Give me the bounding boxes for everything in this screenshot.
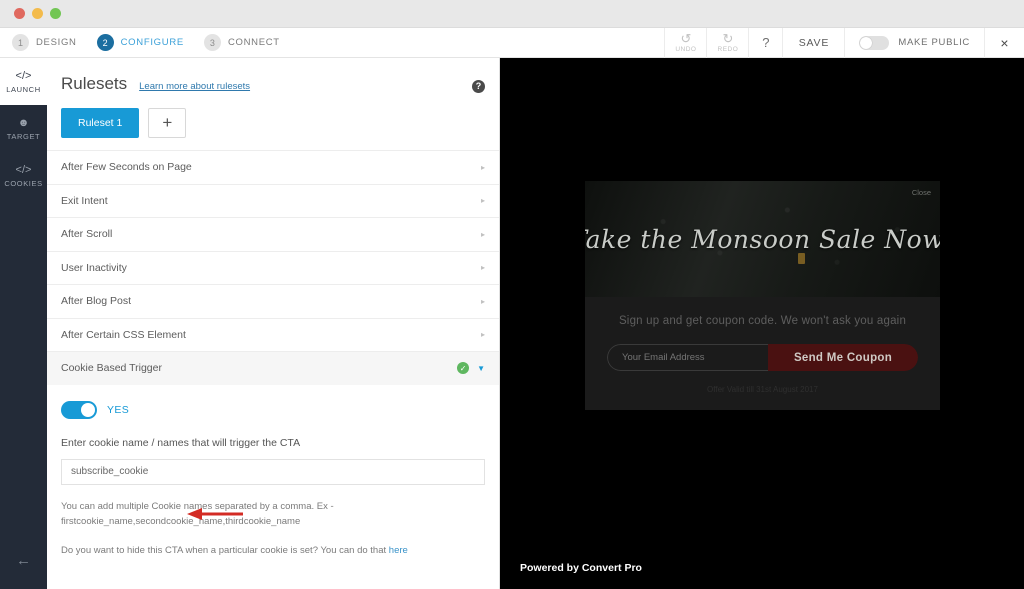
- cookie-enable-row: YES: [61, 401, 485, 419]
- cookie-code-icon: </>: [16, 164, 32, 176]
- cookie-name-input[interactable]: [61, 459, 485, 485]
- make-public-label: MAKE PUBLIC: [898, 37, 970, 48]
- trigger-after-blog-post[interactable]: After Blog Post ▸: [47, 284, 499, 318]
- sidebar-item-target-label: TARGET: [7, 132, 40, 141]
- hint-line-2: firstcookie_name,secondcookie_name,third…: [61, 516, 300, 527]
- ruleset-tabs: Ruleset 1 +: [47, 94, 499, 150]
- undo-label: UNDO: [675, 46, 696, 53]
- price-tag-icon: [798, 253, 805, 264]
- undo-icon: ↺: [680, 33, 691, 45]
- switch-knob: [860, 37, 872, 49]
- trigger-cookie-based[interactable]: Cookie Based Trigger ✓ ▼: [47, 351, 499, 385]
- step-configure[interactable]: 2 CONFIGURE: [97, 34, 184, 51]
- preview-stage: Take the Monsoon Sale Now! Close Sign up…: [500, 58, 1024, 589]
- app-root: 1 DESIGN 2 CONFIGURE 3 CONNECT ↺ UNDO ↻ …: [0, 0, 1024, 589]
- make-public-switch[interactable]: [859, 36, 889, 50]
- panel-help-icon[interactable]: ?: [472, 80, 485, 93]
- chevron-down-icon: ▼: [477, 364, 485, 373]
- user-icon: ☻: [18, 117, 30, 129]
- redo-button[interactable]: ↻ REDO: [706, 28, 748, 58]
- cookie-enable-label: YES: [107, 404, 129, 416]
- trigger-label: After Few Seconds on Page: [61, 161, 192, 173]
- panel-header: Rulesets Learn more about rulesets ?: [47, 58, 499, 94]
- step-connect[interactable]: 3 CONNECT: [204, 34, 280, 51]
- undo-button[interactable]: ↺ UNDO: [664, 28, 706, 58]
- modal-form-headline: Sign up and get coupon code. We won't as…: [607, 315, 918, 327]
- sidebar-item-launch-label: LAUNCH: [6, 85, 40, 94]
- sidebar-item-cookies[interactable]: </> COOKIES: [0, 152, 47, 199]
- trigger-after-css-element[interactable]: After Certain CSS Element ▸: [47, 318, 499, 352]
- trigger-after-scroll[interactable]: After Scroll ▸: [47, 217, 499, 251]
- wizard-steps: 1 DESIGN 2 CONFIGURE 3 CONNECT: [0, 34, 300, 51]
- cookie-hide-hint: Do you want to hide this CTA when a part…: [61, 543, 485, 558]
- step-configure-number: 2: [97, 34, 114, 51]
- send-coupon-button[interactable]: Send Me Coupon: [768, 344, 918, 371]
- trigger-label: Exit Intent: [61, 195, 108, 207]
- step-connect-number: 3: [204, 34, 221, 51]
- redo-label: REDO: [718, 46, 739, 53]
- modal-hero: Take the Monsoon Sale Now! Close: [585, 181, 940, 297]
- sidebar-rail: </> LAUNCH ☻ TARGET </> COOKIES ←: [0, 58, 47, 589]
- modal-close-label[interactable]: Close: [912, 188, 931, 197]
- step-design-number: 1: [12, 34, 29, 51]
- window-close-dot[interactable]: [14, 8, 25, 19]
- chevron-right-icon: ▸: [481, 297, 485, 306]
- hide-cta-here-link[interactable]: here: [389, 545, 408, 556]
- chevron-right-icon: ▸: [481, 230, 485, 239]
- powered-by-label: Powered by Convert Pro: [520, 562, 642, 574]
- modal-fine-print: Offer Valid till 31st August 2017: [607, 385, 918, 394]
- chevron-right-icon: ▸: [481, 330, 485, 339]
- close-editor-button[interactable]: ×: [984, 28, 1024, 58]
- step-design[interactable]: 1 DESIGN: [12, 34, 77, 51]
- trigger-label: After Certain CSS Element: [61, 329, 186, 341]
- email-field[interactable]: [607, 344, 768, 371]
- modal-form-row: Send Me Coupon: [607, 344, 918, 371]
- add-ruleset-button[interactable]: +: [148, 108, 186, 138]
- step-connect-label: CONNECT: [228, 37, 280, 48]
- redo-icon: ↻: [722, 33, 733, 45]
- hint-line-3: Do you want to hide this CTA when a part…: [61, 545, 386, 556]
- trigger-label: Cookie Based Trigger: [61, 362, 162, 374]
- page-title: Rulesets: [61, 74, 127, 94]
- tab-ruleset-1[interactable]: Ruleset 1: [61, 108, 139, 138]
- make-public-toggle[interactable]: MAKE PUBLIC: [844, 28, 984, 58]
- cookie-hint-text: You can add multiple Cookie names separa…: [61, 499, 485, 529]
- trigger-label: After Blog Post: [61, 295, 131, 307]
- trigger-label: After Scroll: [61, 228, 112, 240]
- help-button[interactable]: ?: [748, 28, 782, 58]
- cta-modal-preview[interactable]: Take the Monsoon Sale Now! Close Sign up…: [585, 181, 940, 410]
- cookie-enable-toggle[interactable]: [61, 401, 97, 419]
- chevron-right-icon: ▸: [481, 263, 485, 272]
- top-toolbar: 1 DESIGN 2 CONFIGURE 3 CONNECT ↺ UNDO ↻ …: [0, 28, 1024, 58]
- window-maximize-dot[interactable]: [50, 8, 61, 19]
- trigger-after-few-seconds[interactable]: After Few Seconds on Page ▸: [47, 150, 499, 184]
- learn-more-link[interactable]: Learn more about rulesets: [139, 81, 250, 92]
- sidebar-item-cookies-label: COOKIES: [4, 179, 42, 188]
- trigger-label: User Inactivity: [61, 262, 127, 274]
- toggle-knob: [81, 403, 95, 417]
- save-button[interactable]: SAVE: [782, 28, 844, 58]
- trigger-user-inactivity[interactable]: User Inactivity ▸: [47, 251, 499, 285]
- enabled-check-icon: ✓: [457, 362, 469, 374]
- cookie-trigger-body: YES Enter cookie name / names that will …: [47, 385, 499, 568]
- window-minimize-dot[interactable]: [32, 8, 43, 19]
- back-arrow-icon[interactable]: ←: [0, 552, 47, 569]
- browser-titlebar: [0, 0, 1024, 28]
- step-configure-label: CONFIGURE: [121, 37, 184, 48]
- code-icon: </>: [16, 70, 32, 82]
- chevron-right-icon: ▸: [481, 196, 485, 205]
- chevron-right-icon: ▸: [481, 163, 485, 172]
- modal-form-area: Sign up and get coupon code. We won't as…: [585, 297, 940, 410]
- cookie-field-label: Enter cookie name / names that will trig…: [61, 437, 485, 449]
- sidebar-item-launch[interactable]: </> LAUNCH: [0, 58, 47, 105]
- trigger-exit-intent[interactable]: Exit Intent ▸: [47, 184, 499, 218]
- sidebar-item-target[interactable]: ☻ TARGET: [0, 105, 47, 152]
- step-design-label: DESIGN: [36, 37, 77, 48]
- configure-panel: Rulesets Learn more about rulesets ? Rul…: [47, 58, 500, 589]
- modal-hero-headline: Take the Monsoon Sale Now!: [585, 225, 940, 254]
- annotation-arrow-icon: [187, 508, 245, 520]
- toolbar-actions: ↺ UNDO ↻ REDO ? SAVE MAKE PUBLIC ×: [664, 28, 1024, 58]
